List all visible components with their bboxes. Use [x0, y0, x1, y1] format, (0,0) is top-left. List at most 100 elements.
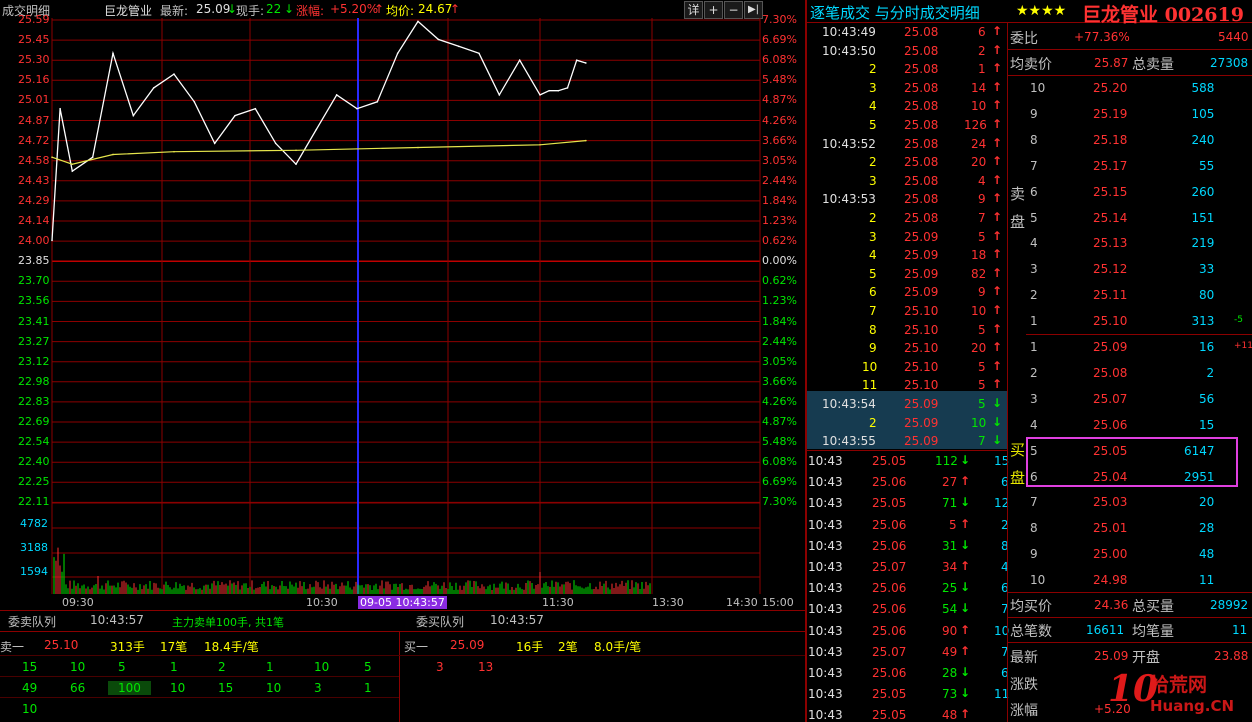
price-tick-label: 24.14 [18, 214, 50, 227]
price-point [132, 114, 135, 117]
avg-sell-value: 25.87 [1094, 56, 1129, 70]
tick-volume: 82 [971, 266, 987, 281]
book-price: 25.09 [1093, 340, 1128, 354]
book-level: 5 [1030, 210, 1038, 225]
minute-tick-time: 10:43 [808, 687, 843, 702]
minute-tick-price: 25.06 [872, 517, 907, 532]
book-volume: 33 [1199, 262, 1215, 277]
price-tick-label: 23.12 [18, 354, 50, 368]
price-tick-label: 23.56 [18, 294, 50, 308]
book-price: 25.11 [1093, 288, 1128, 303]
minute-tick-time: 10:43 [808, 602, 843, 617]
book-price: 25.07 [1093, 391, 1128, 406]
tick-time: 2 [869, 415, 877, 430]
tick-volume: 10 [971, 304, 987, 318]
minute-tick-time: 10:43 [808, 623, 843, 638]
volume-tick-label: 1594 [20, 565, 48, 578]
pct-tick-label: 2.44% [762, 173, 797, 187]
total-buy-value: 28992 [1210, 598, 1249, 612]
price-point [518, 59, 521, 61]
buy1-count: 2笔 [558, 640, 578, 654]
sell-queue-cell: 100 [108, 681, 151, 695]
price-tick-label: 24.87 [18, 113, 50, 127]
intraday-chart-svg [51, 18, 761, 594]
price-point [274, 142, 277, 145]
tick-price: 25.10 [904, 304, 939, 318]
tick-volume: 126 [964, 118, 987, 132]
buy-queue-label: 委买队列 [416, 615, 465, 629]
next-button[interactable]: ▶| [744, 1, 763, 19]
arrow-up-icon: ↑ [992, 247, 1003, 262]
arrow-up-icon: ↑ [992, 377, 1003, 392]
change-value: +5.20% [330, 2, 379, 16]
minute-tick-volume: 90 [942, 623, 958, 638]
tick-price: 25.08 [904, 136, 939, 151]
zoom-out-button[interactable]: − [724, 1, 743, 19]
total-trades-value: 16611 [1086, 623, 1125, 637]
tick-price: 25.08 [904, 173, 939, 188]
minute-tick-price: 25.06 [872, 581, 907, 596]
tick-price: 25.09 [904, 248, 939, 263]
weibi-pct: +77.36% [1074, 30, 1130, 44]
tick-volume: 5 [978, 378, 986, 393]
pct-tick-label: 7.30% [762, 495, 797, 509]
intraday-chart[interactable] [0, 18, 805, 612]
divider [1008, 49, 1252, 50]
price-point [173, 73, 175, 75]
time-tick-label: 15:00 [762, 596, 794, 609]
pct-tick-label: 6.69% [762, 475, 797, 489]
tick-price: 25.10 [904, 341, 939, 356]
tick-time: 10:43:50 [822, 43, 876, 58]
book-volume: 56 [1199, 391, 1215, 406]
minute-tick-price: 25.05 [872, 708, 907, 722]
pct-tick-label: 6.69% [762, 33, 797, 47]
detail-button[interactable]: 详 [684, 1, 703, 19]
pct-tick-label: 4.87% [762, 415, 797, 428]
avg-point [585, 139, 587, 142]
time-tick-label: 13:30 [652, 596, 684, 609]
arrow-up-icon: ↑ [992, 340, 1003, 355]
arrow-up-icon: ↑ [374, 2, 385, 16]
price-point [71, 170, 74, 172]
arrow-down-icon: ↓ [960, 686, 971, 701]
tick-price: 25.08 [904, 80, 939, 95]
avg-sell-label: 均卖价 [1010, 57, 1052, 73]
zoom-in-button[interactable]: + [704, 1, 723, 19]
time-tick-label: 11:30 [542, 596, 574, 609]
price-tick-label: 24.58 [18, 153, 50, 167]
price-point [295, 163, 297, 165]
arrow-down-icon: ↓ [992, 414, 1003, 429]
arrow-down-icon: ↓ [992, 396, 1003, 410]
arrow-down-icon: ↓ [960, 453, 971, 467]
minute-tick-volume: 54 [942, 602, 958, 617]
total-sell-label: 总卖量 [1132, 57, 1174, 73]
tick-price: 25.09 [904, 266, 939, 281]
price-tick-label: 24.43 [18, 173, 50, 187]
avg-point [71, 163, 74, 165]
arrow-down-icon: ↓ [284, 2, 295, 16]
cursor-time-label: 09-05 10:43:57 [358, 596, 447, 609]
avg-value: 24.67 [418, 2, 453, 16]
tick-volume: 6 [978, 25, 986, 39]
arrow-up-icon: ↑ [992, 24, 1003, 38]
avg-point [51, 156, 53, 159]
arrow-up-icon: ↑ [992, 135, 1003, 150]
tick-time: 4 [869, 248, 877, 263]
volume-tick-label: 3188 [20, 541, 48, 554]
buy-queue-time: 10:43:57 [490, 613, 544, 627]
price-point [376, 100, 379, 103]
book-level: 3 [1030, 262, 1038, 277]
price-tick-label: 25.59 [18, 13, 50, 26]
tick-price: 25.08 [904, 192, 939, 207]
pct-tick-label: 3.05% [762, 354, 797, 368]
arrow-up-icon: ↑ [992, 154, 1003, 169]
arrow-up-icon: ↑ [992, 117, 1003, 131]
change-label: 涨幅: [296, 4, 325, 18]
tick-time: 5 [869, 118, 877, 132]
tick-volume: 9 [978, 192, 986, 207]
minute-tick-time: 10:43 [808, 496, 843, 511]
book-price: 25.17 [1093, 158, 1128, 173]
weibi-value: 5440 [1218, 30, 1249, 44]
book-volume: 588 [1191, 81, 1215, 95]
book-change: +11 [1234, 341, 1252, 351]
